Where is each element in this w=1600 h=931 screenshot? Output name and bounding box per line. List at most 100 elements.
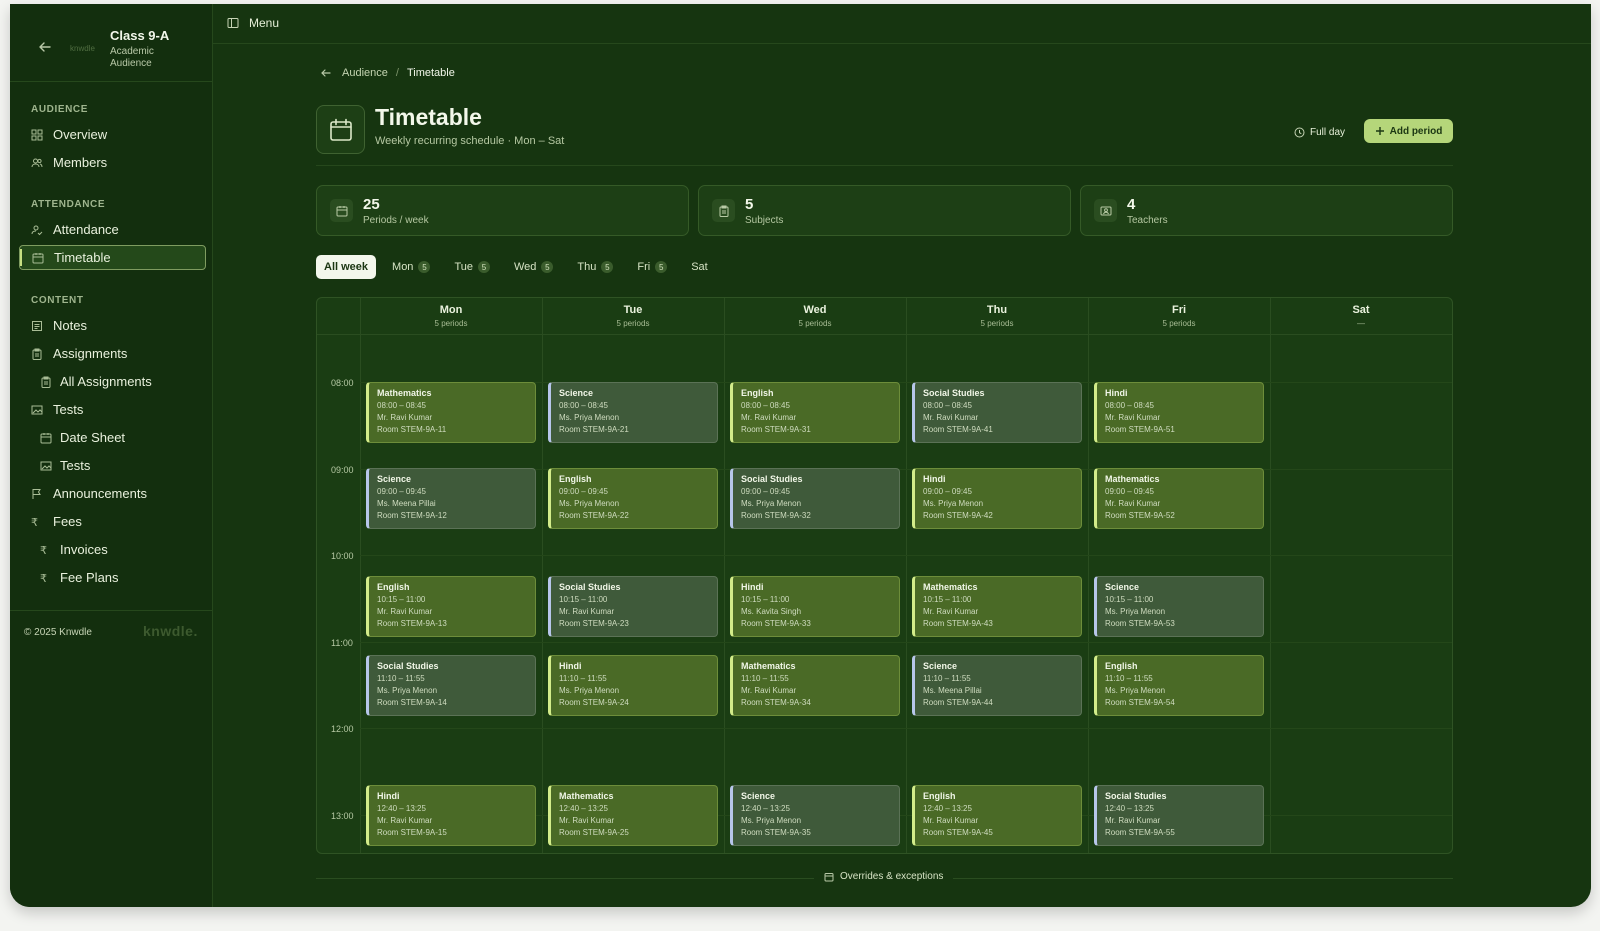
period-card[interactable]: Science 11:10 – 11:55 Ms. Meena Pillai Room… [912,655,1082,716]
sidebar-item-members[interactable]: Members [19,150,206,175]
class-subtitle-line1: Academic [110,46,154,57]
tab-label: Mon [392,261,414,273]
tab-wed[interactable]: Wed 5 [506,255,561,279]
period-room: Room STEM-9A-31 [741,425,811,434]
period-subject: Science [559,388,594,398]
sidebar-item-label: All Assignments [60,374,152,389]
clipboard-icon [31,348,43,360]
period-card[interactable]: Hindi 10:15 – 11:00 Ms. Kavita Singh Room S… [730,576,900,637]
period-card[interactable]: Hindi 08:00 – 08:45 Mr. Ravi Kumar Room STE… [1094,382,1264,443]
period-room: Room STEM-9A-23 [559,619,629,628]
tab-all-week[interactable]: All week [316,255,377,279]
stat-teachers: 4 Teachers [1080,185,1453,236]
period-teacher: Ms. Priya Menon [741,499,802,508]
period-subject: English [1105,661,1138,671]
day-name: Tue [623,304,643,316]
sidebar-item-invoices[interactable]: ₹ Invoices [19,537,206,562]
sidebar-item-attendance[interactable]: Attendance [19,217,206,242]
class-subtitle-line2: Audience [110,58,152,69]
stat-periods: 25 Periods / week [316,185,689,236]
period-teacher: Mr. Ravi Kumar [923,816,979,825]
rupee-icon: ₹ [31,516,38,529]
sidebar-item-fees[interactable]: ₹ Fees [19,509,206,534]
period-teacher: Ms. Priya Menon [1105,686,1166,695]
period-teacher: Ms. Priya Menon [377,686,438,695]
period-subject: Mathematics [741,661,796,671]
overrides-exceptions-link[interactable]: Overrides & exceptions [814,871,954,882]
sidebar-item-all-assignments[interactable]: All Assignments [19,369,206,394]
tab-mon[interactable]: Mon 5 [384,255,438,279]
period-teacher: Mr. Ravi Kumar [559,816,615,825]
sidebar-item-assignments[interactable]: Assignments [19,341,206,366]
period-card[interactable]: English 09:00 – 09:45 Ms. Priya Menon Room … [548,468,718,529]
period-card[interactable]: Mathematics 08:00 – 08:45 Mr. Ravi Kumar Ro… [366,382,536,443]
period-time: 09:00 – 09:45 [923,487,972,496]
period-card[interactable]: English 11:10 – 11:55 Ms. Priya Menon Room … [1094,655,1264,716]
period-card[interactable]: Science 08:00 – 08:45 Ms. Priya Menon Room … [548,382,718,443]
back-arrow-icon[interactable] [320,67,332,79]
menu-button[interactable]: Menu [227,16,279,30]
period-teacher: Mr. Ravi Kumar [741,413,797,422]
period-room: Room STEM-9A-34 [741,698,811,707]
period-room: Room STEM-9A-51 [1105,425,1175,434]
sidebar-item-notes[interactable]: Notes [19,313,206,338]
period-card[interactable]: Social Studies 12:40 – 13:25 Mr. Ravi Kuma… [1094,785,1264,846]
day-periods-count: 5 periods [1162,319,1196,328]
add-period-button[interactable]: Add period [1364,119,1453,143]
period-time: 08:00 – 08:45 [559,401,608,410]
period-card[interactable]: English 12:40 – 13:25 Mr. Ravi Kumar Room S… [912,785,1082,846]
period-card[interactable]: English 08:00 – 08:45 Mr. Ravi Kumar Room S… [730,382,900,443]
menu-label: Menu [249,16,280,30]
sidebar-item-label: Fees [53,514,82,529]
class-title: Class 9-A [110,28,170,43]
period-card[interactable]: Mathematics 11:10 – 11:55 Mr. Ravi Kumar Ro… [730,655,900,716]
timetable-grid: 08:00 09:00 10:00 11:00 12:00 13:00 Mon 5 perio… [316,297,1453,854]
period-card[interactable]: Hindi 12:40 – 13:25 Mr. Ravi Kumar Room STE… [366,785,536,846]
sidebar-item-label: Announcements [53,486,147,501]
sidebar-item-fee-plans[interactable]: ₹ Fee Plans [19,565,206,590]
period-card[interactable]: Hindi 11:10 – 11:55 Ms. Priya Menon Room ST… [548,655,718,716]
stat-value: 25 [363,196,380,213]
sidebar-item-date-sheet[interactable]: Date Sheet [19,425,206,450]
tab-tue[interactable]: Tue 5 [446,255,498,279]
period-card[interactable]: Social Studies 08:00 – 08:45 Mr. Ravi Kuma… [912,382,1082,443]
period-card[interactable]: Hindi 09:00 – 09:45 Ms. Priya Menon Room ST… [912,468,1082,529]
period-time: 12:40 – 13:25 [923,804,972,813]
period-teacher: Ms. Priya Menon [559,413,620,422]
calendar-icon [40,432,52,444]
full-day-button[interactable]: Full day [1286,120,1353,144]
tab-sat[interactable]: Sat [683,255,716,279]
users-icon [31,157,43,169]
period-time: 08:00 – 08:45 [923,401,972,410]
period-card[interactable]: Science 12:40 – 13:25 Ms. Priya Menon Room … [730,785,900,846]
stat-caption: Teachers [1127,215,1168,226]
period-card[interactable]: English 10:15 – 11:00 Mr. Ravi Kumar Room S… [366,576,536,637]
period-card[interactable]: Mathematics 12:40 – 13:25 Mr. Ravi Kumar Ro… [548,785,718,846]
period-card[interactable]: Social Studies 09:00 – 09:45 Ms. Priya Men… [730,468,900,529]
back-arrow-icon[interactable] [38,40,52,54]
day-periods-count: 5 periods [434,319,468,328]
day-header: Sat — [1270,304,1452,328]
tab-fri[interactable]: Fri 5 [629,255,675,279]
period-card[interactable]: Science 09:00 – 09:45 Ms. Meena Pillai Room… [366,468,536,529]
tab-thu[interactable]: Thu 5 [569,255,621,279]
sidebar-item-label: Notes [53,318,87,333]
sidebar-item-tests-list[interactable]: Tests [19,453,206,478]
period-subject: English [741,388,774,398]
period-card[interactable]: Social Studies 10:15 – 11:00 Mr. Ravi Kuma… [548,576,718,637]
period-card[interactable]: Science 10:15 – 11:00 Ms. Priya Menon Room … [1094,576,1264,637]
app-window: knwdle Class 9-A Academic Audience AUDIE… [10,4,1591,907]
period-card[interactable]: Social Studies 11:10 – 11:55 Ms. Priya Men… [366,655,536,716]
period-card[interactable]: Mathematics 09:00 – 09:45 Mr. Ravi Kumar Ro… [1094,468,1264,529]
breadcrumb-separator: / [395,67,399,79]
breadcrumb-parent[interactable]: Audience [342,67,388,79]
sidebar-item-timetable[interactable]: Timetable [19,245,206,270]
period-time: 11:10 – 11:55 [741,674,789,683]
day-header: Fri 5 periods [1088,304,1270,328]
sidebar-item-overview[interactable]: Overview [19,122,206,147]
period-card[interactable]: Mathematics 10:15 – 11:00 Mr. Ravi Kumar Ro… [912,576,1082,637]
sidebar-item-tests[interactable]: Tests [19,397,206,422]
period-teacher: Mr. Ravi Kumar [377,413,433,422]
sidebar-item-announcements[interactable]: Announcements [19,481,206,506]
sidebar: knwdle Class 9-A Academic Audience AUDIE… [10,4,213,907]
